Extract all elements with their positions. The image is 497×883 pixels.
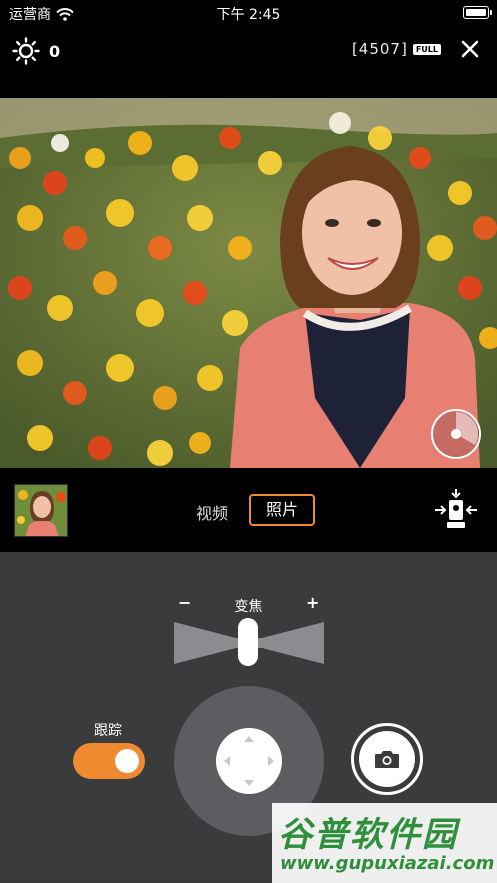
zoom-slider-knob[interactable]	[238, 618, 258, 666]
arrow-up-icon	[244, 736, 254, 742]
zoom-plus-label[interactable]: +	[306, 593, 319, 612]
balance-icon[interactable]	[433, 488, 479, 532]
live-preview-image	[0, 98, 497, 468]
arrow-left-icon	[224, 756, 230, 766]
arrow-down-icon	[244, 780, 254, 786]
status-bar: 运营商 下午 2:45	[0, 0, 497, 26]
full-badge: FULL	[412, 43, 441, 55]
exposure-control[interactable]: 0	[12, 37, 60, 65]
camera-viewfinder[interactable]	[0, 98, 497, 468]
shot-counter: [4507] FULL	[352, 40, 441, 58]
watermark: 谷普软件园 www.gupuxiazai.com	[272, 803, 497, 883]
mode-photo-tab[interactable]: 照片	[249, 494, 315, 526]
zoom-label: 变焦	[234, 599, 263, 615]
brightness-icon	[12, 37, 40, 65]
toggle-knob	[115, 749, 139, 773]
mode-video-tab[interactable]: 视频	[196, 500, 228, 524]
watermark-url: www.gupuxiazai.com	[280, 853, 495, 874]
last-photo-thumbnail[interactable]	[14, 484, 68, 537]
tracking-target-indicator[interactable]	[431, 409, 481, 459]
close-icon[interactable]	[459, 38, 481, 60]
shutter-inner	[359, 731, 415, 787]
tracking-label: 跟踪	[94, 723, 122, 739]
camera-icon	[375, 751, 399, 768]
exposure-value: 0	[49, 41, 61, 61]
status-time: 下午 2:45	[216, 7, 281, 23]
joystick-arrows	[224, 736, 274, 786]
top-bar: 0 [4507] FULL	[0, 26, 497, 98]
watermark-title: 谷普软件园	[278, 815, 458, 855]
arrow-right-icon	[268, 756, 274, 766]
tracking-toggle[interactable]	[73, 743, 145, 779]
battery-icon	[463, 6, 492, 19]
tracking-target-icon	[451, 412, 478, 445]
mode-bar: 视频 照片	[0, 468, 497, 552]
shutter-button[interactable]	[351, 723, 423, 795]
joystick-knob[interactable]	[216, 728, 282, 794]
remaining-shots: [4507]	[351, 40, 408, 58]
